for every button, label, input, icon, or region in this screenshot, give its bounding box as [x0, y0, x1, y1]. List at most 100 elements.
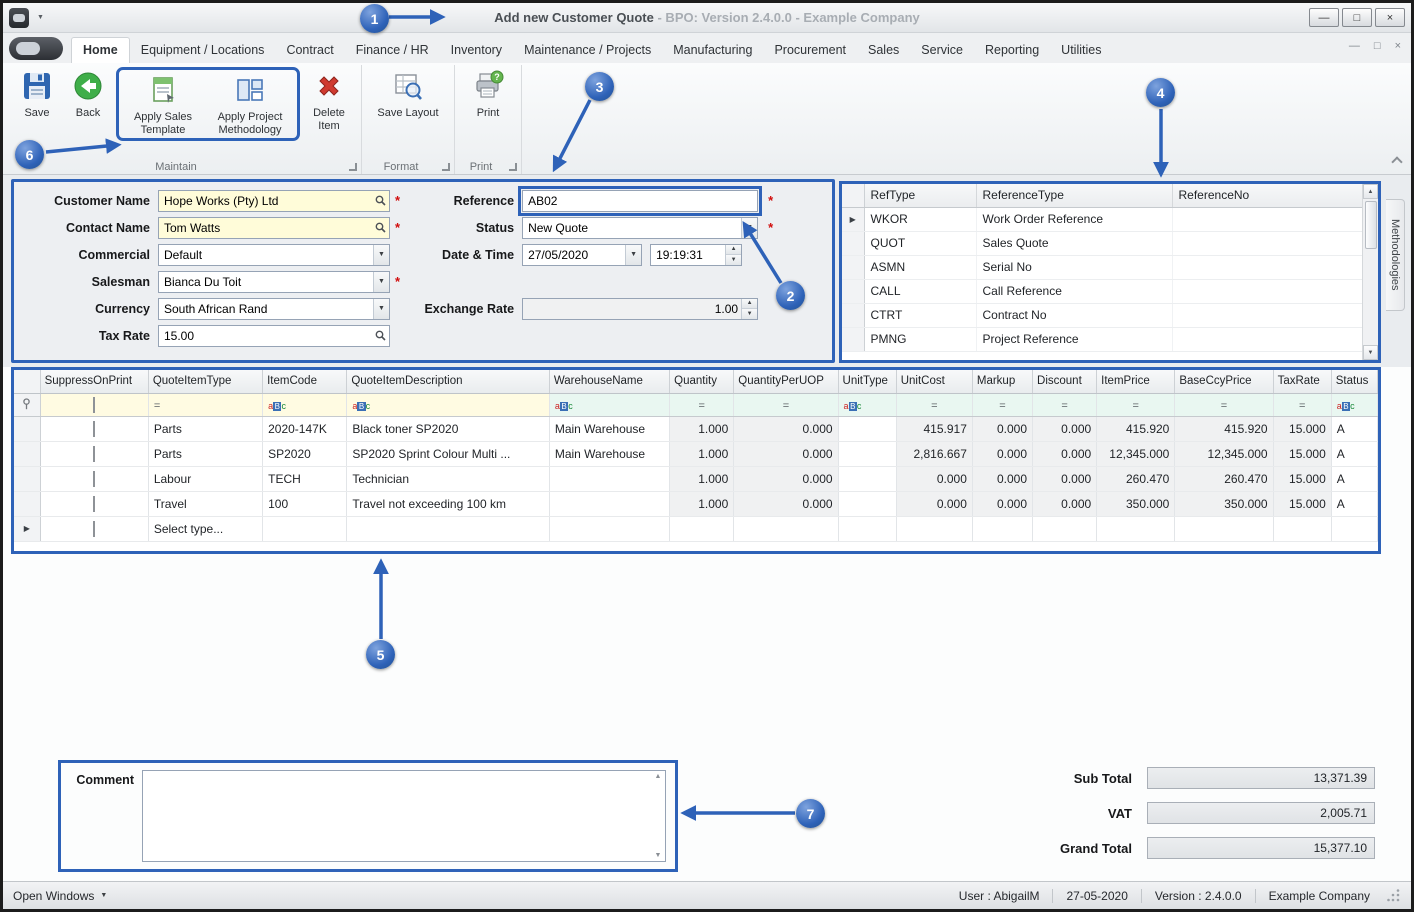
filter-cell[interactable]: aBc — [549, 393, 671, 417]
grid-cell[interactable]: SP2020 — [262, 441, 348, 467]
dialog-launcher-icon[interactable] — [349, 163, 357, 171]
ref-column-header[interactable]: RefType — [864, 184, 977, 208]
grid-cell[interactable]: 0.000 — [1032, 441, 1098, 467]
mdi-close-icon[interactable]: × — [1395, 40, 1401, 52]
grid-cell[interactable]: 415.917 — [896, 416, 973, 442]
dialog-launcher-icon[interactable] — [509, 163, 517, 171]
salesman-select[interactable]: Bianca Du Toit ▼ — [158, 270, 390, 293]
grid-cell[interactable]: 260.470 — [1096, 466, 1176, 492]
ref-row[interactable]: ASMN Serial No — [842, 255, 1363, 280]
grid-cell[interactable]: Main Warehouse — [549, 416, 671, 442]
grid-cell[interactable]: Labour — [148, 466, 264, 492]
suppress-on-print-checkbox[interactable] — [93, 420, 96, 437]
grid-cell[interactable]: 12,345.000 — [1174, 441, 1274, 467]
grid-column-header[interactable]: UnitType — [838, 370, 897, 394]
ref-cell[interactable]: Serial No — [976, 255, 1173, 280]
grid-cell[interactable]: A — [1331, 466, 1378, 492]
grid-cell[interactable]: 0.000 — [1032, 466, 1098, 492]
suppress-on-print-checkbox[interactable] — [93, 445, 96, 462]
grid-cell[interactable]: 2020-147K — [262, 416, 348, 442]
ref-cell[interactable] — [1172, 207, 1363, 232]
tab-manufacturing[interactable]: Manufacturing — [662, 38, 763, 63]
grid-cell[interactable]: 415.920 — [1096, 416, 1176, 442]
filter-cell[interactable]: = — [1032, 393, 1098, 417]
customer-lookup-icon[interactable] — [371, 191, 389, 211]
grid-cell[interactable]: 2,816.667 — [896, 441, 973, 467]
tax-rate-lookup-icon[interactable] — [371, 326, 389, 346]
spin-down-button[interactable]: ▼ — [742, 308, 758, 319]
grid-column-header[interactable]: Status — [1331, 370, 1378, 394]
grid-cell[interactable] — [972, 516, 1034, 542]
grid-cell[interactable] — [1174, 516, 1274, 542]
comment-scrollbar[interactable]: ▲ ▼ — [651, 771, 665, 861]
grid-cell[interactable]: 0.000 — [972, 416, 1034, 442]
scroll-down-icon[interactable]: ▼ — [1363, 345, 1378, 360]
ref-cell[interactable] — [1172, 303, 1363, 328]
grid-cell[interactable]: A — [1331, 491, 1378, 517]
grid-cell[interactable] — [549, 466, 671, 492]
resize-grip[interactable] — [1387, 888, 1401, 903]
grid-cell[interactable]: 0.000 — [1032, 491, 1098, 517]
filter-cell[interactable]: = — [1096, 393, 1176, 417]
delete-item-button[interactable]: Delete Item — [303, 67, 355, 133]
tab-contract[interactable]: Contract — [275, 38, 344, 63]
grid-cell[interactable] — [1032, 516, 1098, 542]
dropdown-arrow-icon[interactable]: ▼ — [741, 217, 758, 238]
mdi-restore-icon[interactable]: □ — [1374, 40, 1381, 52]
ref-cell[interactable]: Work Order Reference — [976, 207, 1173, 232]
scroll-down-icon[interactable]: ▼ — [655, 852, 662, 859]
ref-cell[interactable]: WKOR — [864, 207, 977, 232]
tab-maintenance-projects[interactable]: Maintenance / Projects — [513, 38, 662, 63]
status-select[interactable]: New Quote ▼ — [522, 216, 759, 239]
suppress-on-print-checkbox[interactable] — [93, 495, 96, 512]
ref-row[interactable]: CTRT Contract No — [842, 303, 1363, 328]
filter-cell[interactable]: = — [1273, 393, 1332, 417]
contact-lookup-icon[interactable] — [371, 218, 389, 238]
grid-row[interactable]: Labour TECH Technician 1.000 0.000 0.000… — [14, 466, 1378, 492]
grid-cell[interactable]: 350.000 — [1174, 491, 1274, 517]
filter-cell[interactable]: = — [669, 393, 735, 417]
grid-cell[interactable]: Technician — [346, 466, 550, 492]
maximize-button[interactable]: □ — [1342, 8, 1372, 27]
filter-cell[interactable]: = — [733, 393, 839, 417]
grid-cell[interactable]: 0.000 — [896, 491, 973, 517]
open-windows-button[interactable]: Open Windows ▼ — [13, 889, 107, 903]
filter-cell[interactable]: aBc — [838, 393, 897, 417]
commercial-select[interactable]: Default ▼ — [158, 243, 390, 266]
grid-cell[interactable]: 12,345.000 — [1096, 441, 1176, 467]
ref-cell[interactable]: Sales Quote — [976, 231, 1173, 256]
grid-cell[interactable] — [838, 416, 897, 442]
tab-inventory[interactable]: Inventory — [440, 38, 513, 63]
grid-column-header[interactable]: QuoteItemType — [148, 370, 264, 394]
grid-column-header[interactable]: WarehouseName — [549, 370, 671, 394]
select-type-cell[interactable]: Select type... — [148, 516, 264, 542]
tab-reporting[interactable]: Reporting — [974, 38, 1050, 63]
dropdown-arrow-icon[interactable]: ▼ — [373, 298, 389, 319]
grid-column-header[interactable]: SuppressOnPrint — [40, 370, 149, 394]
time-input[interactable]: 19:19:31 ▲ ▼ — [650, 243, 743, 266]
exchange-rate-input[interactable]: 1.00 ▲ ▼ — [522, 297, 759, 320]
grid-cell[interactable]: 0.000 — [896, 466, 973, 492]
grid-column-header[interactable]: QuoteItemDescription — [346, 370, 550, 394]
customer-name-input[interactable]: Hope Works (Pty) Ltd — [158, 189, 390, 212]
tab-utilities[interactable]: Utilities — [1050, 38, 1112, 63]
grid-cell[interactable]: 415.920 — [1174, 416, 1274, 442]
dialog-launcher-icon[interactable] — [442, 163, 450, 171]
grid-cell[interactable]: 0.000 — [1032, 416, 1098, 442]
quick-access-dropdown-icon[interactable]: ▼ — [37, 14, 44, 21]
grid-cell[interactable] — [40, 491, 149, 517]
reference-input[interactable]: AB02 — [518, 185, 763, 216]
ref-cell[interactable]: CALL — [864, 279, 977, 304]
tab-finance-hr[interactable]: Finance / HR — [345, 38, 440, 63]
ref-cell[interactable] — [1172, 231, 1363, 256]
tab-methodologies[interactable]: Methodologies — [1386, 199, 1405, 311]
collapse-ribbon-icon[interactable] — [1391, 156, 1403, 168]
grid-cell[interactable]: 1.000 — [669, 416, 735, 442]
ref-cell[interactable] — [1172, 327, 1363, 352]
grid-cell[interactable] — [40, 516, 149, 542]
grid-column-header[interactable]: Quantity — [669, 370, 735, 394]
filter-cell[interactable]: = — [972, 393, 1034, 417]
grid-cell[interactable] — [549, 491, 671, 517]
filter-checkbox-icon[interactable] — [93, 396, 96, 413]
grid-cell[interactable]: Parts — [148, 416, 264, 442]
